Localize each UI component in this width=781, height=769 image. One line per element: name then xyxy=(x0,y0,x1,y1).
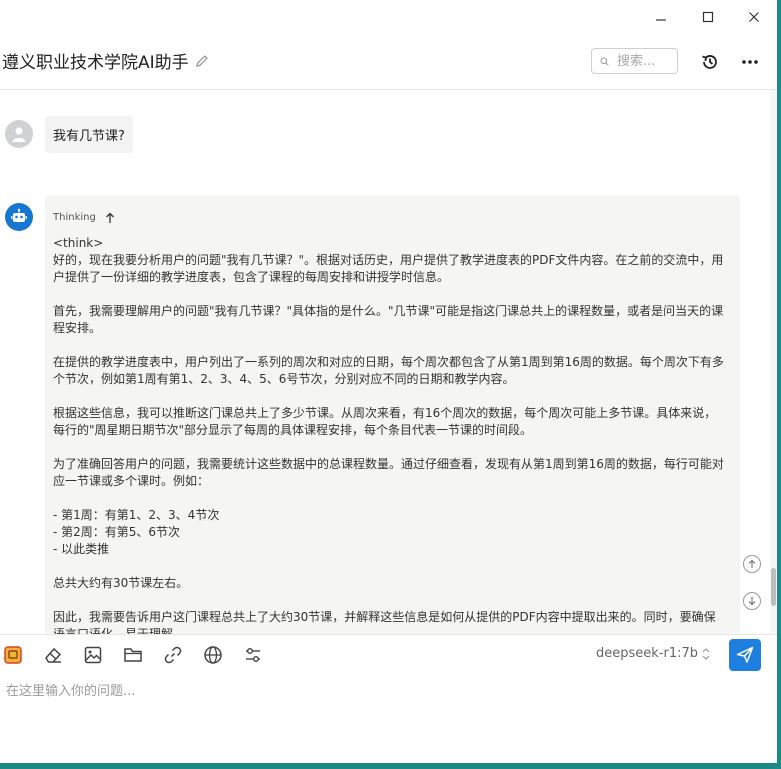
text-line: 个节次，例如第1周有第1、2、3、4、5、6号节次，分别对应不同的日期和教学内容… xyxy=(53,372,515,386)
text-line: 语言口语化，易于理解。 xyxy=(53,627,186,634)
text-line: 程安排。 xyxy=(53,321,102,335)
arrow-down-icon xyxy=(748,597,756,606)
assistant-button[interactable] xyxy=(2,644,24,666)
scrollbar[interactable] xyxy=(770,90,777,634)
text-line xyxy=(53,558,730,575)
user-message: 我有几节课? xyxy=(45,116,133,153)
link-icon xyxy=(164,646,182,664)
user-avatar xyxy=(5,120,33,148)
text-line: 每行的"周星期日期节次"部分显示了每周的具体课程安排，每个条目代表一节课的时间段… xyxy=(53,423,533,437)
user-icon xyxy=(12,127,26,142)
text-line xyxy=(53,592,730,609)
send-button[interactable] xyxy=(729,639,761,671)
text-line xyxy=(53,388,730,405)
close-button[interactable] xyxy=(739,4,769,30)
maximize-button[interactable] xyxy=(693,4,723,30)
text-line: 根据这些信息，我可以推断这门课总共上了多少节课。从周次来看，有16个周次的数据，… xyxy=(53,406,717,420)
assistant-avatar xyxy=(5,203,33,231)
thinking-label: Thinking xyxy=(53,212,96,223)
settings-button[interactable] xyxy=(242,644,264,666)
minimize-icon xyxy=(656,19,666,21)
search-box[interactable] xyxy=(591,48,678,74)
chevron-updown-icon xyxy=(702,647,710,661)
maximize-icon xyxy=(702,11,714,23)
assistant-icon xyxy=(4,646,22,664)
model-name: deepseek-r1:7b xyxy=(596,646,699,661)
text-line: - 第1周：有第1、2、3、4节次 xyxy=(53,508,220,522)
folder-button[interactable] xyxy=(122,644,144,666)
chat-header: 遵义职业技术学院AI助手 xyxy=(0,34,777,90)
close-icon xyxy=(749,12,759,22)
search-icon xyxy=(600,57,609,66)
assistant-message: Thinking <think> 好的，现在我要分析用户的问题"我有几节课？"。… xyxy=(45,195,740,634)
send-icon xyxy=(736,646,754,663)
text-line xyxy=(53,286,730,303)
text-line: 在提供的教学进度表中，用户列出了一系列的周次和对应的日期，每个周次都包含了从第1… xyxy=(53,355,724,369)
text-line: 首先，我需要理解用户的问题"我有几节课？"具体指的是什么。"几节课"可能是指这门… xyxy=(53,304,724,318)
text-line: - 以此类推 xyxy=(53,542,110,556)
clear-button[interactable] xyxy=(42,644,64,666)
text-line xyxy=(53,337,730,354)
scroll-down-button[interactable] xyxy=(743,592,761,610)
text-line: 因此，我需要告诉用户这门课程总共上了大约30节课，并解释这些信息是如何从提供的P… xyxy=(53,610,716,624)
input-toolbar: deepseek-r1:7b xyxy=(0,634,777,675)
text-line: <think> xyxy=(53,236,104,250)
title-bar xyxy=(0,0,777,34)
scrollbar-thumb[interactable] xyxy=(771,568,776,606)
folder-icon xyxy=(124,648,142,662)
edit-title-button[interactable] xyxy=(195,54,209,68)
thinking-toggle[interactable]: Thinking xyxy=(53,209,730,226)
more-button[interactable] xyxy=(736,48,764,76)
text-line xyxy=(53,439,730,456)
scroll-up-button[interactable] xyxy=(743,555,761,573)
app-window: 遵义职业技术学院AI助手 我有几节课? xyxy=(0,0,777,763)
arrow-up-icon xyxy=(105,212,115,224)
history-icon xyxy=(702,55,717,69)
pencil-icon xyxy=(195,54,208,67)
text-line: 为了准确回答用户的问题，我需要统计这些数据中的总课程数量。通过仔细查看，发现有从… xyxy=(53,457,724,471)
page-title: 遵义职业技术学院AI助手 xyxy=(2,48,209,73)
more-icon xyxy=(742,60,758,64)
link-button[interactable] xyxy=(162,644,184,666)
text-line: 好的，现在我要分析用户的问题"我有几节课？"。根据对话历史，用户提供了教学进度表… xyxy=(53,253,724,267)
settings-sliders-icon xyxy=(246,648,260,662)
image-button[interactable] xyxy=(82,644,104,666)
chat-area[interactable]: 我有几节课? Thinking <think> 好的，现在我要分析用户的问题"我… xyxy=(0,90,770,634)
text-line xyxy=(53,490,730,507)
text-line: 应一节课或多个课时。例如： xyxy=(53,474,210,488)
text-line: 户提供了一份详细的教学进度表，包含了课程的每周安排和讲授学时信息。 xyxy=(53,270,450,284)
message-input[interactable] xyxy=(4,678,768,752)
model-selector[interactable]: deepseek-r1:7b xyxy=(596,646,710,661)
message-input-area xyxy=(0,676,777,763)
eraser-icon xyxy=(45,647,62,663)
image-icon xyxy=(84,646,102,664)
robot-icon xyxy=(11,208,27,222)
globe-icon xyxy=(204,646,222,664)
title-text: 遵义职业技术学院AI助手 xyxy=(2,53,189,73)
history-button[interactable] xyxy=(696,48,724,76)
text-line: 总共大约有30节课左右。 xyxy=(53,576,189,590)
web-search-button[interactable] xyxy=(202,644,224,666)
text-line: - 第2周：有第5、6节次 xyxy=(53,525,181,539)
thinking-content: <think> 好的，现在我要分析用户的问题"我有几节课？"。根据对话历史，用户… xyxy=(53,235,730,634)
arrow-up-icon xyxy=(748,559,756,568)
search-input[interactable] xyxy=(615,52,677,70)
minimize-button[interactable] xyxy=(646,4,676,30)
